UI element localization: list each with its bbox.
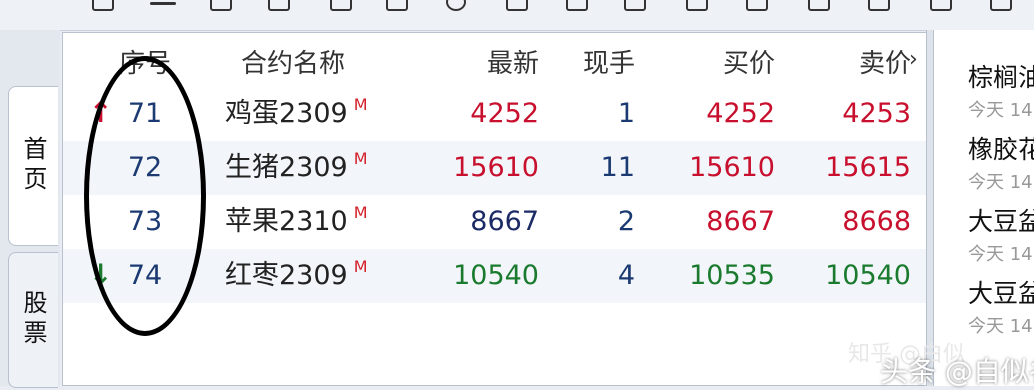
tool-icon[interactable] (566, 0, 588, 11)
contract-name: 苹果2310 (225, 206, 348, 237)
cell-bid: 8667 (706, 206, 775, 237)
calendar-icon[interactable] (808, 0, 830, 11)
home-icon[interactable] (92, 0, 114, 11)
cell-volume: 2 (617, 206, 635, 237)
cell-last: 15610 (453, 152, 539, 183)
analysis-icon[interactable] (746, 0, 768, 11)
cell-ask: 8668 (842, 206, 911, 237)
report-icon[interactable] (686, 0, 708, 11)
price-direction-icon: ↓ (89, 258, 113, 291)
cell-seq: 72 (127, 152, 163, 183)
header-name[interactable]: 合约名称 (241, 43, 345, 80)
cell-name: 鸡蛋2309 M (225, 94, 368, 137)
main-contract-badge: M (353, 149, 368, 168)
news-item-title[interactable]: 大豆盆 (968, 274, 1034, 310)
new-icon[interactable] (210, 0, 232, 11)
contract-name: 生猪2309 (225, 152, 348, 183)
news-item-title[interactable]: 棕榈油 (968, 58, 1034, 94)
cell-seq: 73 (127, 206, 163, 237)
main-contract-badge: M (353, 257, 368, 276)
window-icon[interactable] (268, 0, 290, 11)
panel-splitter[interactable] (926, 30, 934, 386)
contract-name: 红枣2309 (225, 260, 348, 291)
toutiao-watermark: 头条 @自似谷 (880, 355, 1034, 388)
header-last[interactable]: 最新 (443, 43, 539, 80)
tab-stocks[interactable]: 股票 (8, 252, 58, 388)
tab-home-label: 首页 (19, 136, 47, 196)
cell-last: 10540 (453, 260, 539, 291)
cell-ask: 4253 (842, 98, 911, 129)
table-row[interactable]: 73 苹果2310 M 8667 2 8667 8668 (63, 195, 927, 249)
news-item-time: 今天 14 (968, 244, 1033, 265)
news-item-time: 今天 14 (968, 172, 1033, 193)
menu-icon[interactable] (150, 2, 176, 5)
tab-home[interactable]: 首页 (8, 86, 58, 246)
contract-name: 鸡蛋2309 (225, 98, 348, 129)
list-icon[interactable] (624, 0, 646, 11)
news-item-time: 今天 14 (968, 100, 1033, 121)
cell-name: 红枣2309 M (225, 256, 368, 299)
header-seq[interactable]: 序号 (115, 43, 175, 80)
main-contract-badge: M (353, 95, 368, 114)
news-item-title[interactable]: 橡胶花 (968, 130, 1034, 166)
scroll-right-icon[interactable]: › (909, 47, 918, 72)
cell-ask: 10540 (825, 260, 911, 291)
news-item-time: 今天 14 (968, 316, 1033, 337)
cell-last: 4252 (470, 98, 539, 129)
cell-last: 8667 (470, 206, 539, 237)
table-row[interactable]: ↑ 71 鸡蛋2309 M 4252 1 4252 4253 (63, 87, 927, 141)
quote-table: 序号 合约名称 最新 现手 买价 卖价 › ↑ 71 鸡蛋2309 M 4252 … (62, 32, 927, 386)
cell-volume: 1 (617, 98, 635, 129)
table-row[interactable]: ↓ 74 红枣2309 M 10540 4 10535 10540 (63, 249, 927, 303)
clock-icon[interactable] (446, 0, 466, 11)
side-tab-bar: 首页 股票 (0, 30, 60, 388)
news-panel: 棕榈油 今天 14 橡胶花 今天 14 大豆盆 今天 14 大豆盆 今天 14 (934, 30, 1034, 386)
save-icon[interactable] (386, 0, 408, 11)
main-contract-badge: M (353, 203, 368, 222)
chart-icon[interactable] (506, 0, 528, 11)
cell-volume: 4 (617, 260, 635, 291)
cell-bid: 15610 (689, 152, 775, 183)
top-toolbar (0, 0, 1034, 31)
cell-bid: 10535 (689, 260, 775, 291)
table-row[interactable]: 72 生猪2309 M 15610 11 15610 15615 (63, 141, 927, 195)
cell-volume: 11 (600, 152, 635, 183)
settings-icon[interactable] (930, 0, 952, 11)
news-item-title[interactable]: 大豆盆 (968, 202, 1034, 238)
cell-name: 生猪2309 M (225, 148, 368, 191)
cell-seq: 74 (127, 260, 163, 291)
monitor-icon[interactable] (868, 0, 890, 11)
help-icon[interactable] (990, 0, 1012, 11)
cell-bid: 4252 (706, 98, 775, 129)
header-ask[interactable]: 卖价 (807, 43, 911, 80)
header-volume[interactable]: 现手 (549, 43, 635, 80)
tab-stocks-label: 股票 (19, 290, 47, 350)
cell-name: 苹果2310 M (225, 202, 368, 245)
grid-icon[interactable] (330, 0, 352, 11)
header-bid[interactable]: 买价 (675, 43, 775, 80)
price-direction-icon: ↑ (89, 96, 113, 129)
cell-ask: 15615 (825, 152, 911, 183)
cell-seq: 71 (127, 98, 163, 129)
